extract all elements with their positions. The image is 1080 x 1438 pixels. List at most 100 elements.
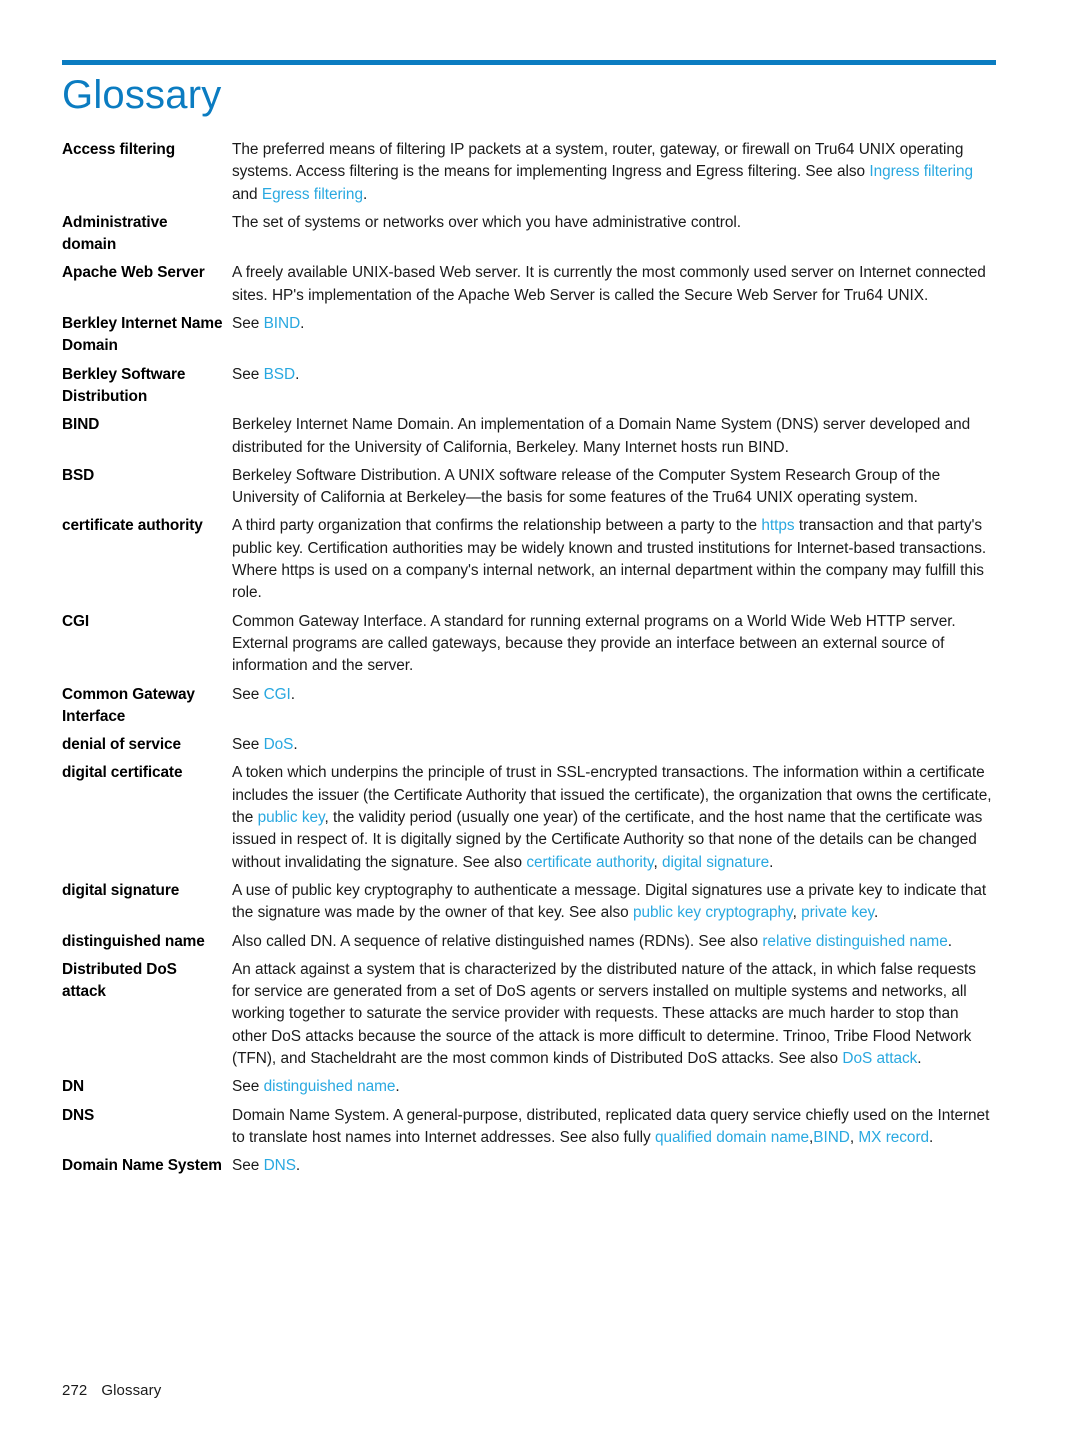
glossary-entry: DNS Domain Name System. A general-purpose… bbox=[62, 1105, 996, 1150]
definition-text: See bbox=[232, 1078, 264, 1096]
glossary-entry: digital signature A use of public key cry… bbox=[62, 880, 996, 925]
glossary-term: BIND bbox=[62, 416, 100, 434]
glossary-entry-list: Access filtering The preferred means of f… bbox=[62, 139, 996, 1183]
definition-text: A third party organization that confirms… bbox=[232, 517, 762, 535]
cross-reference-link[interactable]: certificate authority bbox=[526, 854, 653, 871]
glossary-entry: Berkley Internet Name Domain See BIND. bbox=[62, 313, 996, 358]
cross-reference-link[interactable]: digital signature bbox=[662, 854, 769, 871]
page-header: Glossary bbox=[62, 60, 996, 116]
definition-text: See bbox=[232, 315, 264, 333]
glossary-page: Glossary Access filtering The preferred m… bbox=[0, 0, 1080, 1438]
glossary-entry: Distributed DoS attack An attack against … bbox=[62, 959, 996, 1070]
glossary-entry: Berkley Software Distribution See BSD. bbox=[62, 364, 996, 409]
definition-text: See bbox=[232, 365, 264, 383]
glossary-term: Apache Web Server bbox=[62, 264, 205, 282]
cross-reference-link[interactable]: Ingress filtering bbox=[869, 163, 973, 180]
footer-page-number: 272 bbox=[62, 1382, 88, 1399]
glossary-entry: Common Gateway Interface See CGI. bbox=[62, 684, 996, 729]
glossary-term: distinguished name bbox=[62, 932, 205, 950]
glossary-term: Berkley Software Distribution bbox=[62, 365, 186, 405]
definition-text: Common Gateway Interface. A standard for… bbox=[232, 612, 956, 675]
cross-reference-link[interactable]: https bbox=[761, 517, 794, 534]
cross-reference-link[interactable]: BIND bbox=[264, 315, 301, 332]
glossary-term: Access filtering bbox=[62, 141, 176, 158]
definition-text: A freely available UNIX-based Web server… bbox=[232, 264, 986, 304]
glossary-entry: Access filtering The preferred means of f… bbox=[62, 139, 996, 206]
glossary-definition: An attack against a system that is chara… bbox=[232, 959, 996, 1070]
glossary-term: BSD bbox=[62, 466, 95, 484]
definition-text: , bbox=[653, 853, 663, 871]
cross-reference-link[interactable]: relative distinguished name bbox=[762, 933, 947, 950]
glossary-definition: Berkeley Internet Name Domain. An implem… bbox=[232, 414, 996, 459]
glossary-definition: A third party organization that confirms… bbox=[232, 515, 996, 604]
glossary-term: CGI bbox=[62, 612, 90, 630]
definition-text: . bbox=[290, 685, 296, 703]
header-rule bbox=[62, 60, 996, 65]
glossary-definition: The preferred means of filtering IP pack… bbox=[232, 139, 996, 206]
cross-reference-link[interactable]: MX record bbox=[858, 1129, 929, 1146]
cross-reference-link[interactable]: BSD bbox=[264, 366, 296, 383]
glossary-definition: See CGI. bbox=[232, 684, 996, 706]
definition-text: Berkeley Software Distribution. A UNIX s… bbox=[232, 466, 941, 507]
glossary-definition: See DoS. bbox=[232, 734, 996, 756]
definition-text: . bbox=[873, 904, 879, 922]
cross-reference-link[interactable]: DoS attack bbox=[842, 1050, 917, 1067]
definition-text: . bbox=[947, 932, 952, 950]
glossary-entry: certificate authority A third party organ… bbox=[62, 515, 996, 604]
glossary-entry: distinguished name Also called DN. A sequ… bbox=[62, 931, 996, 953]
glossary-term: digital certificate bbox=[62, 764, 183, 782]
definition-text: . bbox=[300, 315, 305, 333]
glossary-term: DN bbox=[62, 1078, 85, 1096]
cross-reference-link[interactable]: public key bbox=[258, 809, 325, 826]
glossary-entry: BSD Berkeley Software Distribution. A UNI… bbox=[62, 465, 996, 510]
glossary-definition: Also called DN. A sequence of relative d… bbox=[232, 931, 996, 953]
definition-text: See bbox=[232, 736, 264, 754]
cross-reference-link[interactable]: DoS bbox=[264, 736, 294, 753]
glossary-term: DNS bbox=[62, 1106, 95, 1124]
glossary-entry: Domain Name System See DNS. bbox=[62, 1155, 996, 1177]
definition-text: The set of systems or networks over whic… bbox=[232, 213, 741, 231]
page-footer: 272 Glossary bbox=[62, 1382, 161, 1399]
glossary-entry: Apache Web Server A freely available UNIX… bbox=[62, 262, 996, 307]
cross-reference-link[interactable]: private key bbox=[801, 904, 874, 921]
definition-text: Berkeley Internet Name Domain. An implem… bbox=[232, 416, 971, 456]
glossary-entry: digital certificate A token which underpi… bbox=[62, 762, 996, 873]
glossary-entry: DN See distinguished name. bbox=[62, 1076, 996, 1098]
glossary-definition: A use of public key cryptography to auth… bbox=[232, 880, 996, 925]
cross-reference-link[interactable]: BIND bbox=[813, 1129, 850, 1146]
definition-text: and bbox=[232, 185, 262, 203]
definition-text: . bbox=[293, 736, 298, 754]
glossary-definition: See BSD. bbox=[232, 364, 996, 386]
glossary-definition: See BIND. bbox=[232, 313, 996, 335]
definition-text: . bbox=[929, 1128, 934, 1146]
definition-text: . bbox=[295, 365, 300, 383]
definition-text: . bbox=[295, 1157, 301, 1175]
glossary-entry: denial of service See DoS. bbox=[62, 734, 996, 756]
glossary-definition: The set of systems or networks over whic… bbox=[232, 212, 996, 234]
glossary-definition: A freely available UNIX-based Web server… bbox=[232, 262, 996, 307]
glossary-definition: A token which underpins the principle of… bbox=[232, 762, 996, 873]
glossary-entry: BIND Berkeley Internet Name Domain. An im… bbox=[62, 414, 996, 459]
glossary-definition: See DNS. bbox=[232, 1155, 996, 1177]
definition-text: See bbox=[232, 685, 264, 703]
definition-text: . bbox=[917, 1049, 922, 1067]
definition-text: . bbox=[769, 853, 774, 871]
cross-reference-link[interactable]: Egress filtering bbox=[262, 186, 363, 203]
definition-text: Also called DN. A sequence of relative d… bbox=[232, 932, 763, 950]
glossary-term: Berkley Internet Name Domain bbox=[62, 315, 223, 355]
glossary-definition: Berkeley Software Distribution. A UNIX s… bbox=[232, 465, 996, 510]
glossary-term: digital signature bbox=[62, 881, 180, 899]
cross-reference-link[interactable]: public key cryptography bbox=[633, 904, 793, 921]
glossary-term: certificate authority bbox=[62, 517, 203, 535]
definition-text: The preferred means of filtering IP pack… bbox=[232, 141, 964, 181]
glossary-term: Administrative domain bbox=[62, 213, 168, 254]
definition-text: See bbox=[232, 1157, 264, 1175]
glossary-definition: Common Gateway Interface. A standard for… bbox=[232, 611, 996, 678]
cross-reference-link[interactable]: DNS bbox=[264, 1157, 296, 1174]
cross-reference-link[interactable]: CGI bbox=[264, 686, 291, 703]
cross-reference-link[interactable]: qualified domain name bbox=[655, 1129, 809, 1146]
definition-text: , bbox=[792, 904, 802, 922]
cross-reference-link[interactable]: distinguished name bbox=[264, 1078, 396, 1095]
glossary-term: Distributed DoS attack bbox=[62, 960, 177, 1001]
page-title: Glossary bbox=[62, 73, 222, 117]
